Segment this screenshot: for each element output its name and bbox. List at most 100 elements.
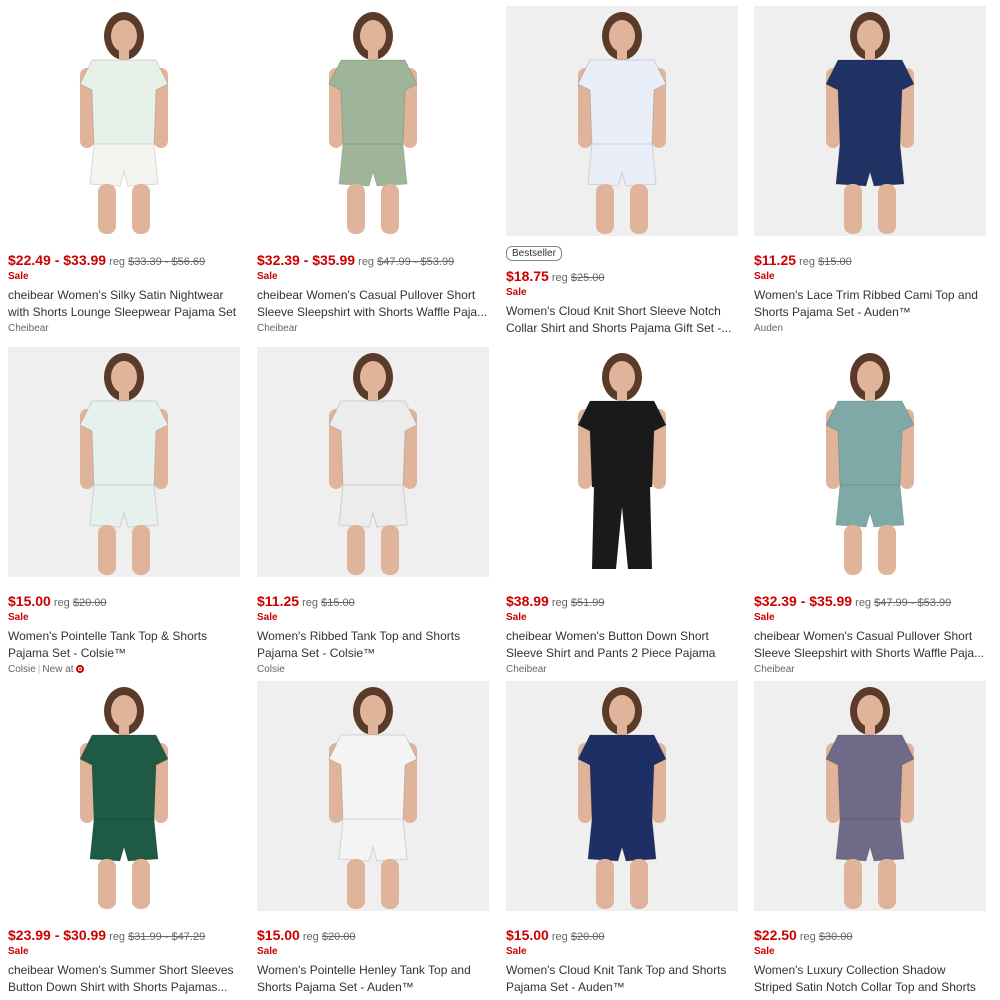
product-card[interactable]: $32.39 - $35.99 reg $47.99 - $53.99 Sale c…: [257, 6, 489, 335]
product-card[interactable]: Bestseller $18.75 reg $25.00 Sale Women's C…: [506, 6, 738, 337]
product-card[interactable]: $11.25 reg $15.00 Sale Women's Ribbed Tank…: [257, 347, 489, 676]
product-image[interactable]: [8, 347, 240, 577]
product-image[interactable]: [257, 347, 489, 577]
product-card[interactable]: $11.25 reg $15.00 Sale Women's Lace Trim R…: [754, 6, 986, 335]
sale-price: $38.99: [506, 593, 549, 609]
sale-label: Sale: [8, 271, 29, 282]
reg-label: reg: [551, 931, 568, 943]
model-illustration: [577, 353, 667, 569]
sale-price: $23.99 - $30.99: [8, 927, 107, 943]
new-at-label: New at: [42, 664, 74, 675]
reg-label: reg: [551, 597, 568, 609]
product-image[interactable]: [8, 681, 240, 911]
sale-label: Sale: [506, 946, 527, 957]
product-title-link[interactable]: cheibear Women's Casual Pullover Short S…: [257, 287, 489, 321]
product-title-link[interactable]: Women's Pointelle Henley Tank Top and Sh…: [257, 962, 489, 996]
product-title-link[interactable]: cheibear Women's Silky Satin Nightwear w…: [8, 287, 240, 321]
reg-price: $15.00: [321, 597, 355, 609]
brand-name[interactable]: Cheibear: [506, 664, 547, 675]
reg-label: reg: [302, 597, 319, 609]
reg-label: reg: [551, 272, 568, 284]
reg-price: $31.99 - $47.29: [128, 931, 206, 943]
model-illustration: [825, 12, 915, 234]
sale-price: $32.39 - $35.99: [754, 593, 853, 609]
sale-label: Sale: [506, 287, 527, 298]
reg-label: reg: [109, 256, 126, 268]
sale-label: Sale: [257, 946, 278, 957]
product-image[interactable]: [506, 347, 738, 577]
brand-name[interactable]: Cheibear: [8, 323, 49, 334]
price-row: $38.99 reg $51.99: [506, 593, 738, 611]
brand-row: Cheibear: [257, 322, 489, 335]
product-title-link[interactable]: Women's Cloud Knit Short Sleeve Notch Co…: [506, 303, 738, 337]
product-card[interactable]: $15.00 reg $20.00 Sale Women's Cloud Knit …: [506, 681, 738, 996]
sale-label: Sale: [8, 612, 29, 623]
price-row: $15.00 reg $20.00: [506, 927, 738, 945]
model-illustration: [328, 687, 418, 909]
product-image[interactable]: [257, 681, 489, 911]
reg-price: $47.99 - $53.99: [377, 256, 455, 268]
reg-price: $15.00: [818, 256, 852, 268]
reg-label: reg: [302, 931, 319, 943]
product-title-link[interactable]: Women's Cloud Knit Tank Top and Shorts P…: [506, 962, 738, 996]
reg-label: reg: [799, 256, 816, 268]
product-card[interactable]: $32.39 - $35.99 reg $47.99 - $53.99 Sale c…: [754, 347, 986, 676]
product-title-link[interactable]: Women's Luxury Collection Shadow Striped…: [754, 962, 986, 996]
brand-name[interactable]: Colsie: [8, 664, 36, 675]
product-image[interactable]: [754, 347, 986, 577]
sale-label: Sale: [8, 946, 29, 957]
product-title-link[interactable]: Women's Pointelle Tank Top & Shorts Paja…: [8, 628, 240, 662]
reg-label: reg: [358, 256, 375, 268]
sale-price: $22.50: [754, 927, 797, 943]
brand-name[interactable]: Colsie: [257, 664, 285, 675]
product-image[interactable]: [754, 6, 986, 236]
product-image[interactable]: [754, 681, 986, 911]
product-card[interactable]: $15.00 reg $20.00 Sale Women's Pointelle T…: [8, 347, 240, 676]
price-row: $22.49 - $33.99 reg $33.39 - $56.69: [8, 252, 240, 270]
brand-row: Colsie: [257, 663, 489, 676]
sale-price: $11.25: [754, 252, 797, 268]
brand-name[interactable]: Cheibear: [257, 323, 298, 334]
sale-price: $11.25: [257, 593, 300, 609]
price-row: $32.39 - $35.99 reg $47.99 - $53.99: [257, 252, 489, 270]
product-image[interactable]: [506, 6, 738, 236]
brand-row: Colsie | New at: [8, 663, 240, 676]
product-title-link[interactable]: cheibear Women's Summer Short Sleeves Bu…: [8, 962, 240, 996]
brand-name[interactable]: Cheibear: [754, 664, 795, 675]
reg-label: reg: [53, 597, 70, 609]
product-title-link[interactable]: cheibear Women's Casual Pullover Short S…: [754, 628, 986, 662]
reg-price: $20.00: [72, 597, 107, 609]
product-title-link[interactable]: Women's Ribbed Tank Top and Shorts Pajam…: [257, 628, 489, 662]
sale-label: Sale: [506, 612, 527, 623]
product-image[interactable]: [506, 681, 738, 911]
model-illustration: [577, 12, 667, 234]
sale-price: $18.75: [506, 268, 549, 284]
sale-label: Sale: [257, 271, 278, 282]
price-row: $18.75 reg $25.00: [506, 268, 738, 286]
price-row: $22.50 reg $30.00: [754, 927, 986, 945]
reg-label: reg: [855, 597, 872, 609]
bestseller-badge: Bestseller: [506, 246, 562, 261]
reg-price: $20.00: [321, 931, 356, 943]
product-title-link[interactable]: cheibear Women's Button Down Short Sleev…: [506, 628, 738, 662]
product-card[interactable]: $22.49 - $33.99 reg $33.39 - $56.69 Sale c…: [8, 6, 240, 335]
reg-price: $51.99: [570, 597, 605, 609]
model-illustration: [825, 687, 915, 909]
product-card[interactable]: $22.50 reg $30.00 Sale Women's Luxury Coll…: [754, 681, 986, 996]
reg-label: reg: [109, 931, 126, 943]
sale-price: $15.00: [8, 593, 51, 609]
model-illustration: [79, 353, 169, 575]
brand-row: Cheibear: [506, 663, 738, 676]
product-image[interactable]: [257, 6, 489, 236]
product-title-link[interactable]: Women's Lace Trim Ribbed Cami Top and Sh…: [754, 287, 986, 321]
product-image[interactable]: [8, 6, 240, 236]
brand-row: Cheibear: [754, 663, 986, 676]
reg-price: $30.00: [818, 931, 853, 943]
sale-price: $32.39 - $35.99: [257, 252, 356, 268]
brand-row: Auden: [754, 322, 986, 335]
sale-label: Sale: [754, 946, 775, 957]
brand-name[interactable]: Auden: [754, 323, 783, 334]
product-card[interactable]: $38.99 reg $51.99 Sale cheibear Women's Bu…: [506, 347, 738, 676]
product-card[interactable]: $23.99 - $30.99 reg $31.99 - $47.29 Sale c…: [8, 681, 240, 996]
product-card[interactable]: $15.00 reg $20.00 Sale Women's Pointelle H…: [257, 681, 489, 996]
